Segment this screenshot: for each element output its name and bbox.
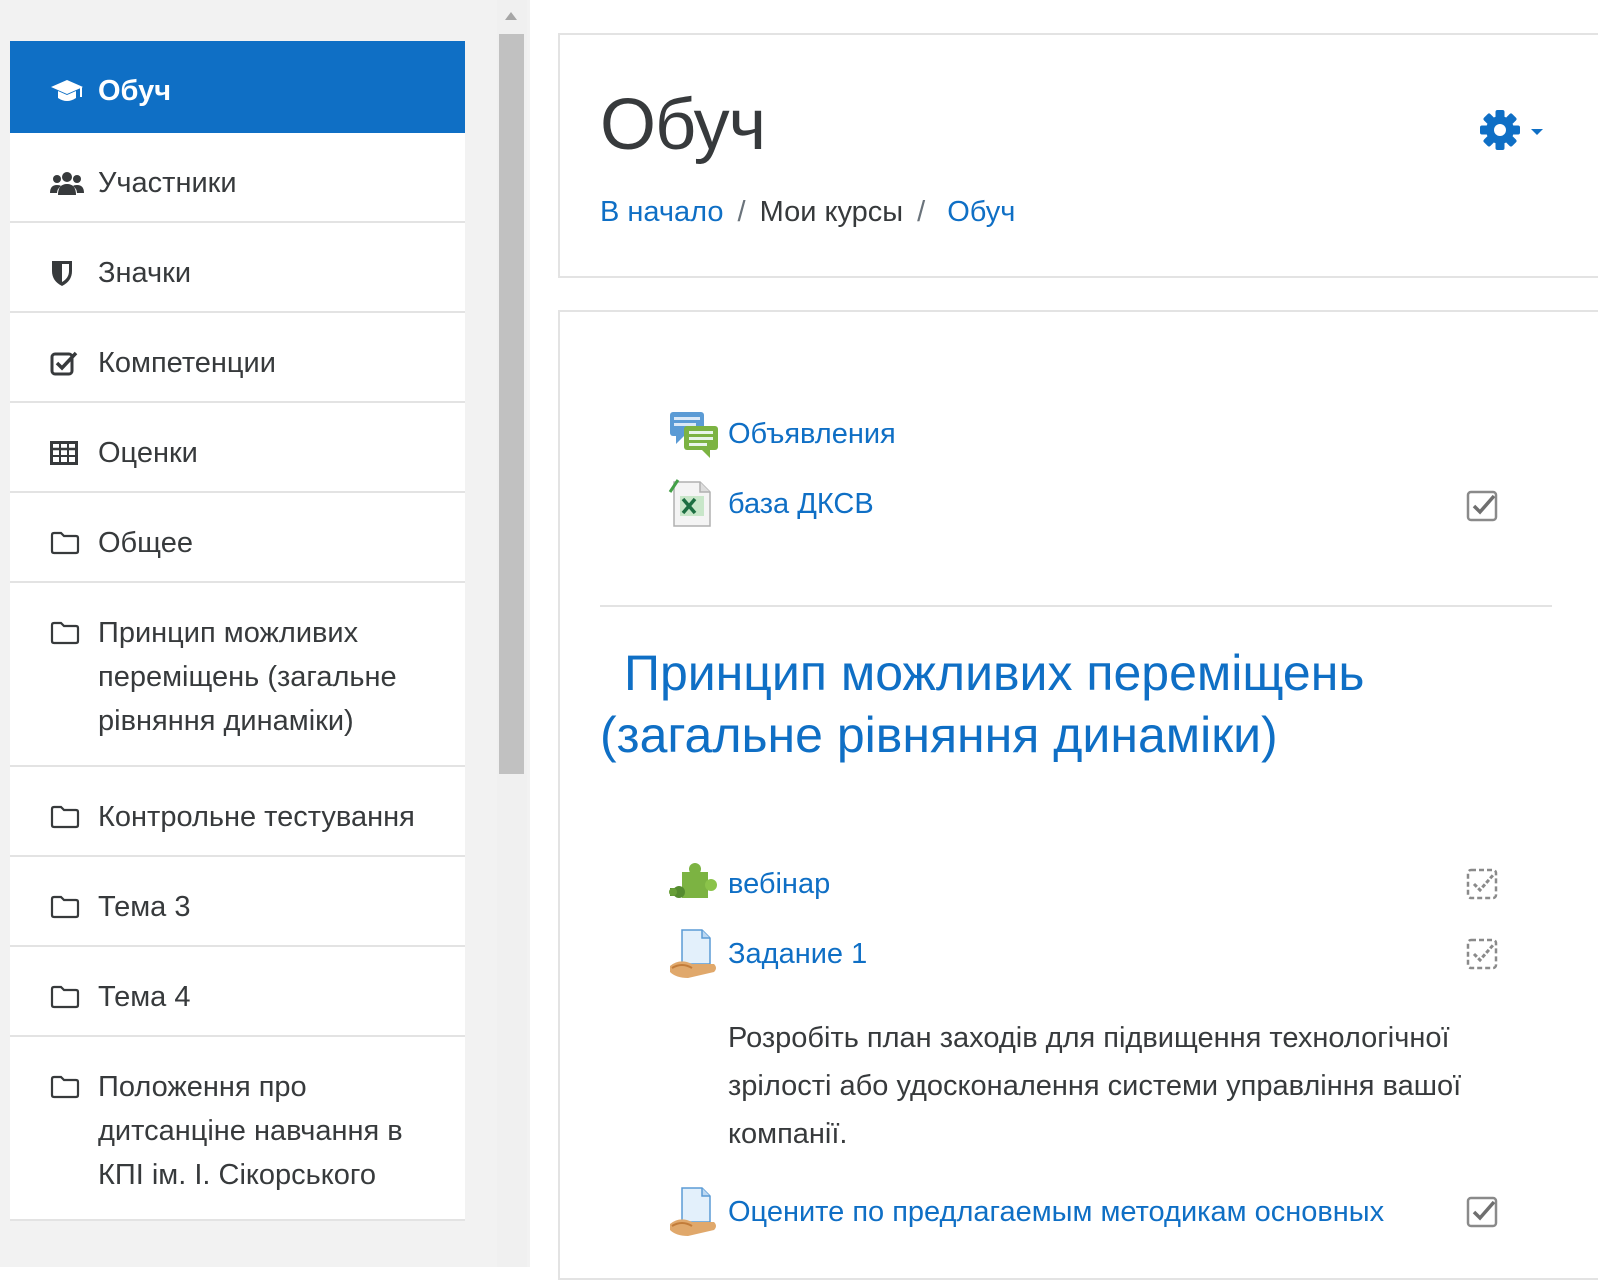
gear-icon [1478,108,1522,157]
breadcrumb-my-courses: Мои курсы [759,196,904,228]
folder-icon [50,795,84,839]
activity-link[interactable]: Оцените по предлагаемым методикам основн… [728,1196,1384,1229]
forum-icon [668,408,720,460]
course-navigation: Обуч Участники Значки Компетенции Оценки [10,41,465,1221]
page-title: Обуч [600,85,766,165]
nav-item-label: Компетенции [98,347,276,379]
nav-item-competencies[interactable]: Компетенции [10,313,465,403]
completion-manual-checkbox[interactable] [1466,488,1500,522]
drawer-scrollbar-thumb[interactable] [499,34,524,774]
breadcrumb-separator: / [917,196,926,228]
breadcrumb-separator: / [737,196,746,228]
nav-item-section-2[interactable]: Контрольне тестування [10,767,465,857]
nav-item-label: Тема 4 [98,981,191,1013]
nav-item-course-home[interactable]: Обуч [10,41,465,133]
spreadsheet-file-icon [668,478,720,530]
nav-item-participants[interactable]: Участники [10,133,465,223]
completion-auto-checkbox[interactable] [1466,866,1500,900]
nav-item-label: Общее [98,527,193,559]
assignment-icon [668,928,720,980]
activity-assignment: Оцените по предлагаемым методикам основн… [668,1182,1384,1242]
completion-auto-checkbox[interactable] [1466,936,1500,970]
nav-item-section-5[interactable]: Положення про дитсанціне навчання в КПІ … [10,1037,465,1221]
assignment-description: Розробіть план заходів для підвищення те… [728,1022,1462,1150]
activity-external-tool: вебінар [668,854,830,914]
nav-item-label: Оценки [98,437,198,469]
nav-item-label: Участники [98,167,237,199]
activity-link[interactable]: Объявления [728,418,896,451]
assignment-icon [668,1186,720,1238]
course-content: Объявления база ДКСВ Принцип можливих пе… [558,310,1598,1280]
folder-icon [50,611,84,655]
puzzle-icon [668,858,720,910]
folder-icon [50,1065,84,1109]
breadcrumb: В начало / Мои курсы / Обуч [600,190,1015,234]
shield-icon [50,251,84,295]
activity-link[interactable]: база ДКСВ [728,488,874,521]
page-header: Обуч В начало / Мои курсы / Обуч [558,33,1598,278]
nav-item-badges[interactable]: Значки [10,223,465,313]
check-square-icon [50,341,84,385]
nav-item-label: Тема 3 [98,891,191,923]
course-settings-menu[interactable] [1478,107,1548,157]
folder-icon [50,975,84,1019]
nav-item-general[interactable]: Общее [10,493,465,583]
activity-link[interactable]: Задание 1 [728,938,867,971]
section-title: Принцип можливих переміщень (загальне рі… [600,645,1365,763]
users-icon [50,161,84,205]
section-divider [600,605,1552,607]
activity-assignment: Задание 1 [668,924,867,984]
nav-drawer: Обуч Участники Значки Компетенции Оценки [0,0,530,1267]
nav-item-label: Положення про дитсанціне навчання в КПІ … [98,1071,403,1191]
activity-forum: Объявления [668,404,896,464]
nav-item-grades[interactable]: Оценки [10,403,465,493]
caret-down-icon [1530,123,1544,141]
nav-item-label: Обуч [98,75,172,107]
breadcrumb-home-link[interactable]: В начало [600,196,724,228]
nav-item-section-1[interactable]: Принцип можливих переміщень (загальне рі… [10,583,465,767]
nav-item-section-3[interactable]: Тема 3 [10,857,465,947]
graduation-cap-icon [50,69,84,113]
activity-link[interactable]: вебінар [728,868,830,901]
breadcrumb-current-link[interactable]: Обуч [947,196,1015,228]
folder-icon [50,885,84,929]
folder-icon [50,521,84,565]
nav-item-label: Контрольне тестування [98,801,415,833]
completion-manual-checkbox[interactable] [1466,1194,1500,1228]
nav-item-label: Принцип можливих переміщень (загальне рі… [98,617,397,737]
scroll-up-arrow-icon[interactable] [505,12,517,20]
nav-item-label: Значки [98,257,192,289]
table-icon [50,431,84,475]
nav-item-section-4[interactable]: Тема 4 [10,947,465,1037]
activity-file: база ДКСВ [668,474,874,534]
